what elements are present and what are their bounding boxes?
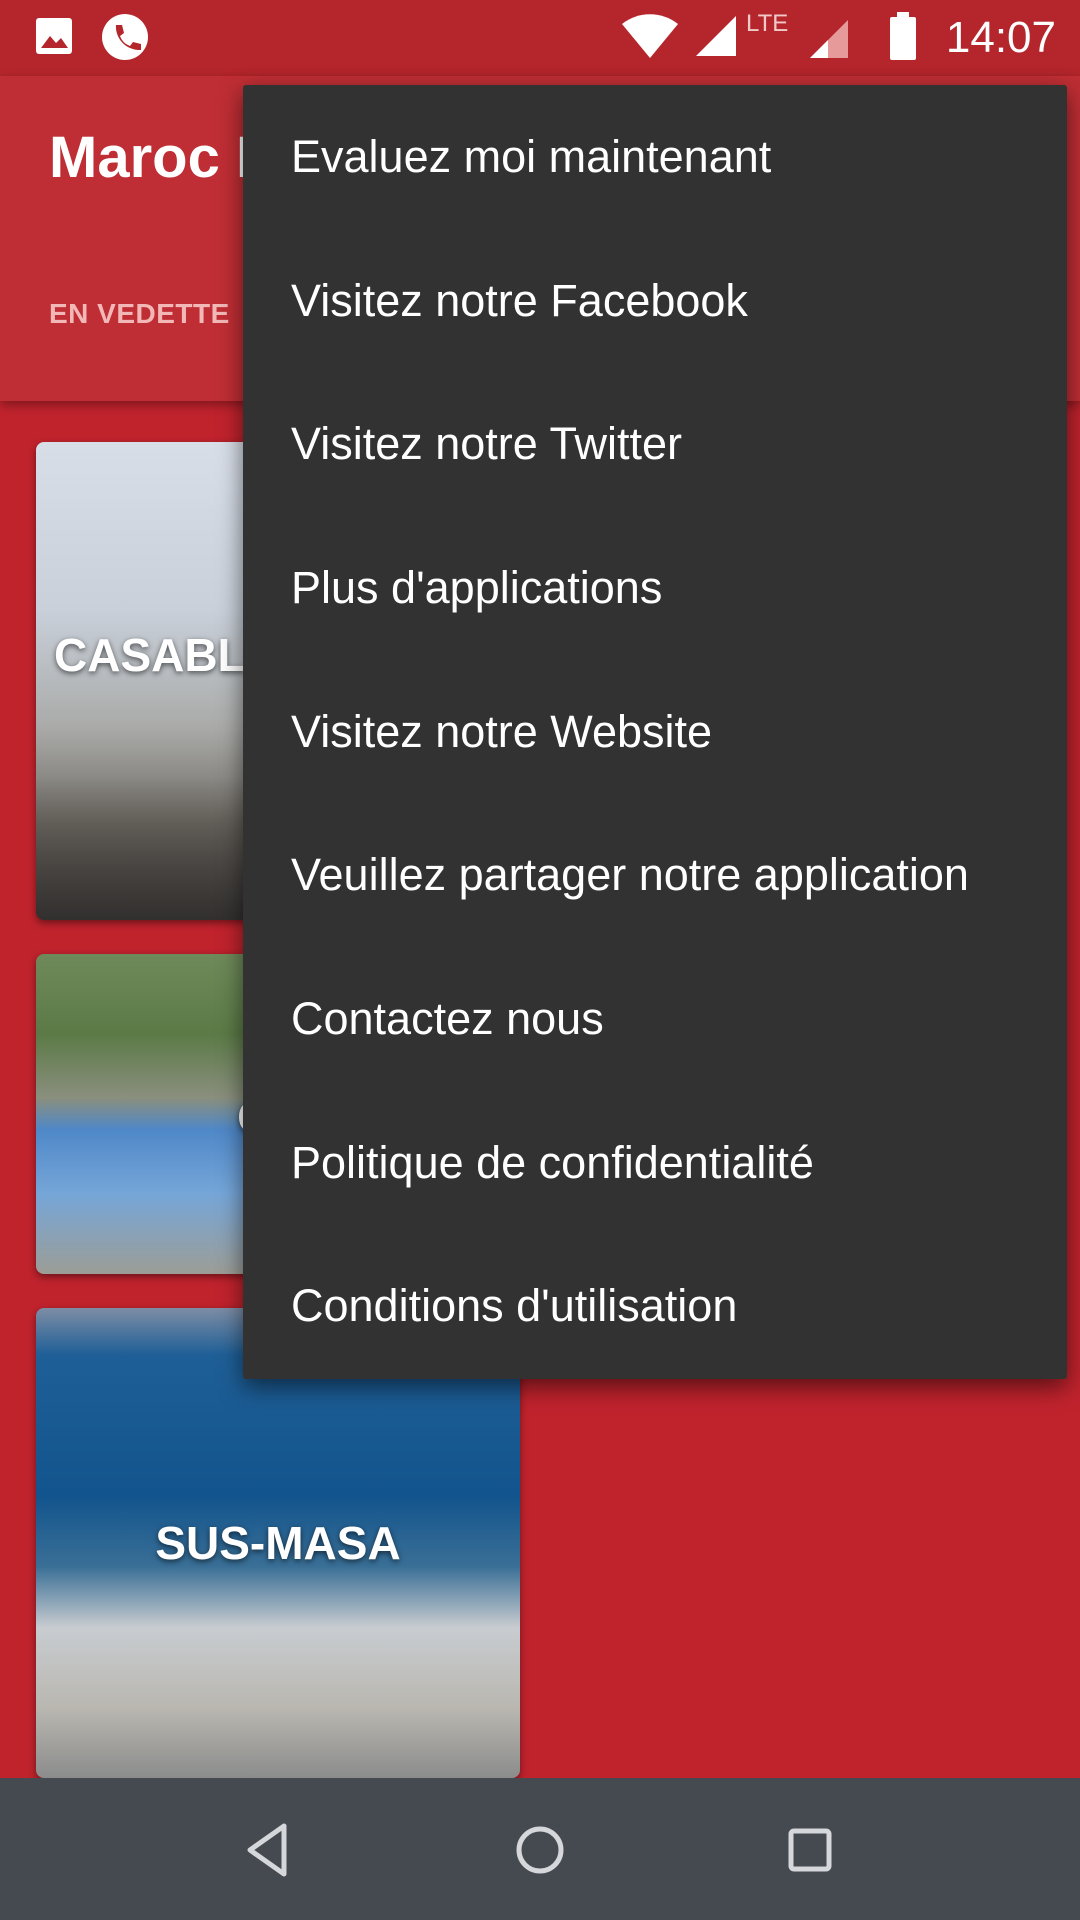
home-icon[interactable]: [508, 1818, 572, 1882]
back-icon[interactable]: [238, 1818, 302, 1882]
clock: 14:07: [945, 13, 1056, 62]
battery-icon: [890, 12, 916, 60]
recents-icon[interactable]: [778, 1818, 842, 1882]
navigation-bar: [0, 1778, 1080, 1920]
region-card-label: SUS-MASA: [155, 1517, 401, 1569]
menu-item-privacy-policy[interactable]: Politique de confidentialité: [243, 1091, 1067, 1235]
tab-en-vedette[interactable]: EN VEDETTE: [49, 298, 230, 330]
network-type-label: LTE: [746, 10, 789, 37]
app-title: Maroc I: [49, 125, 253, 190]
menu-item-twitter[interactable]: Visitez notre Twitter: [243, 372, 1067, 516]
status-bar: LTE 14:07: [0, 0, 1080, 76]
image-icon: [36, 18, 72, 54]
menu-item-terms[interactable]: Conditions d'utilisation: [243, 1235, 1067, 1379]
menu-item-share[interactable]: Veuillez partager notre application: [243, 803, 1067, 947]
menu-item-facebook[interactable]: Visitez notre Facebook: [243, 229, 1067, 373]
lte-signal-icon: [810, 20, 848, 58]
menu-item-contact[interactable]: Contactez nous: [243, 947, 1067, 1091]
menu-item-website[interactable]: Visitez notre Website: [243, 660, 1067, 804]
wifi-icon: [622, 14, 678, 58]
signal-icon: [696, 16, 736, 56]
overflow-menu: Evaluez moi maintenant Visitez notre Fac…: [243, 85, 1067, 1379]
menu-item-more-apps[interactable]: Plus d'applications: [243, 516, 1067, 660]
menu-item-rate[interactable]: Evaluez moi maintenant: [243, 85, 1067, 229]
call-icon: [102, 14, 148, 60]
